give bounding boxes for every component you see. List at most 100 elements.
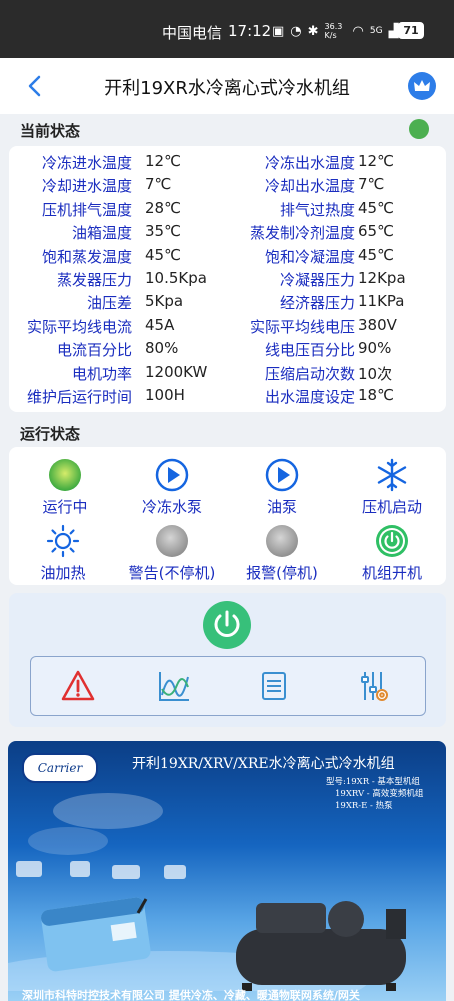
run-status-label: 运行状态: [20, 425, 81, 443]
param-value: 7℃: [145, 175, 172, 194]
param-value: 28℃: [145, 198, 181, 217]
param-value: 5Kpa: [145, 292, 184, 311]
power-icon: [376, 525, 408, 557]
run-item-compressor-start: 压机启动: [337, 458, 447, 517]
page-title: 开利19XR水冷离心式冷水机组: [104, 78, 350, 99]
back-arrow-icon[interactable]: [22, 72, 50, 100]
signal-label: 5G: [369, 26, 383, 36]
param-label: 排气过热度: [279, 200, 355, 219]
run-item-label: 报警(停机): [246, 564, 318, 582]
running-dot-icon: [49, 459, 81, 491]
alarm-clock-icon: ◔: [290, 23, 302, 39]
param-value: 80%: [145, 339, 179, 358]
run-item-running: 运行中: [10, 458, 120, 517]
param-label: 实际平均线电流: [26, 317, 132, 336]
param-value: 12℃: [358, 152, 394, 170]
wifi-icon: ◠: [352, 23, 364, 39]
param-value: 45℃: [358, 245, 394, 264]
param-row: 蒸发器压力 10.5Kpa 冷凝器压力 12Kpa: [9, 269, 446, 292]
param-label: 蒸发制冷剂温度: [249, 224, 355, 243]
carrier-label: 中国电信: [162, 24, 223, 42]
carrier-logo: Carrier: [22, 753, 98, 783]
param-label: 电流百分比: [56, 341, 132, 360]
run-item-oil-heating: 油加热: [8, 524, 118, 583]
trend-chart-icon[interactable]: [157, 669, 191, 703]
power-button[interactable]: [203, 601, 251, 649]
param-row: 冷却进水温度 7℃ 冷却出水温度 7℃: [9, 175, 446, 198]
banner-artwork: [8, 793, 406, 991]
alarm-icon[interactable]: [61, 669, 95, 703]
param-label: 压机排气温度: [41, 200, 132, 219]
play-circle-icon: [265, 458, 299, 492]
run-item-label: 冷冻水泵: [141, 498, 202, 516]
crown-icon[interactable]: [408, 72, 436, 100]
clock: 17:12: [228, 22, 272, 40]
control-panel: [9, 593, 446, 727]
param-label: 饱和冷凝温度: [264, 247, 355, 266]
param-value: 10次: [358, 364, 393, 383]
param-value: 35℃: [145, 222, 181, 241]
banner-footer: 深圳市科特时控技术有限公司 提供冷冻、冷藏、暖通物联网系统/网关: [22, 989, 360, 1001]
run-item-chilled-pump: 冷冻水泵: [117, 458, 227, 517]
power-icon: [214, 610, 240, 637]
current-status-label: 当前状态: [20, 122, 81, 140]
sun-icon: [46, 524, 80, 558]
nfc-icon: ▣: [272, 23, 285, 39]
param-label: 冷却出水温度: [264, 177, 355, 196]
snowflake-icon: [377, 458, 407, 492]
param-label: 维护后运行时间: [26, 388, 132, 406]
param-label: 冷冻出水温度: [264, 154, 355, 172]
run-item-label: 机组开机: [361, 564, 422, 582]
gray-dot-icon: [156, 525, 188, 557]
run-item-label: 压机启动: [361, 498, 422, 516]
run-item-label: 运行中: [42, 498, 88, 516]
param-row: 维护后运行时间 100H 出水温度设定 18℃: [9, 386, 446, 409]
param-label: 油压差: [86, 294, 132, 313]
param-row: 电机功率 1200KW 压缩启动次数 10次: [9, 363, 446, 386]
param-label: 饱和蒸发温度: [41, 247, 132, 266]
run-item-label: 警告(不停机): [128, 564, 216, 582]
param-value: 65℃: [358, 222, 394, 241]
settings-sliders-icon[interactable]: [357, 669, 391, 703]
run-item-label: 油加热: [40, 564, 86, 582]
param-label: 冷凝器压力: [279, 271, 355, 289]
param-label: 电机功率: [71, 364, 132, 383]
play-circle-icon: [155, 458, 189, 492]
param-label: 蒸发器压力: [56, 271, 132, 289]
param-value: 12Kpa: [358, 269, 406, 287]
list-icon[interactable]: [257, 669, 291, 703]
param-value: 10.5Kpa: [145, 269, 207, 287]
param-row: 饱和蒸发温度 45℃ 饱和冷凝温度 45℃: [9, 246, 446, 269]
param-label: 线电压百分比: [264, 341, 355, 360]
param-label: 冷冻进水温度: [41, 154, 132, 172]
battery-level: 71: [403, 24, 419, 37]
battery-icon: 71: [398, 22, 424, 39]
app-bar: 开利19XR水冷离心式冷水机组: [0, 58, 454, 114]
param-value: 45℃: [145, 245, 181, 264]
param-value: 11KPa: [358, 292, 405, 311]
param-label: 实际平均线电压: [249, 317, 355, 336]
param-value: 380V: [358, 315, 397, 334]
param-label: 经济器压力: [279, 294, 355, 313]
run-item-label: 油泵: [266, 498, 297, 516]
run-item-oil-pump: 油泵: [227, 458, 337, 517]
param-row: 油压差 5Kpa 经济器压力 11KPa: [9, 292, 446, 315]
param-row: 实际平均线电流 45A 实际平均线电压 380V: [9, 316, 446, 339]
param-value: 45A: [145, 315, 175, 334]
param-value: 45℃: [358, 198, 394, 217]
param-value: 1200KW: [145, 362, 208, 381]
bluetooth-icon: ✱: [307, 23, 319, 39]
param-value: 90%: [358, 339, 392, 358]
banner-title: 开利19XR/XRV/XRE水冷离心式冷水机组: [132, 756, 395, 772]
param-row: 冷冻进水温度 12℃ 冷冻出水温度 12℃: [9, 152, 446, 175]
param-label: 压缩启动次数: [264, 364, 355, 383]
product-banner[interactable]: Carrier 开利19XR/XRV/XRE水冷离心式冷水机组 型号:19XR …: [8, 741, 446, 1001]
run-item-alarm: 报警(停机): [227, 524, 337, 583]
param-value: 7℃: [358, 175, 385, 194]
param-label: 冷却进水温度: [41, 177, 132, 196]
param-value: 100H: [145, 386, 185, 404]
param-label: 出水温度设定: [264, 388, 355, 406]
run-status-card: 运行中 冷冻水泵 油泵 压机启动 油加热 警告(不停机) 报警(停机) 机组开机: [9, 447, 446, 585]
param-label: 油箱温度: [71, 224, 132, 243]
toolbar: [30, 656, 426, 716]
